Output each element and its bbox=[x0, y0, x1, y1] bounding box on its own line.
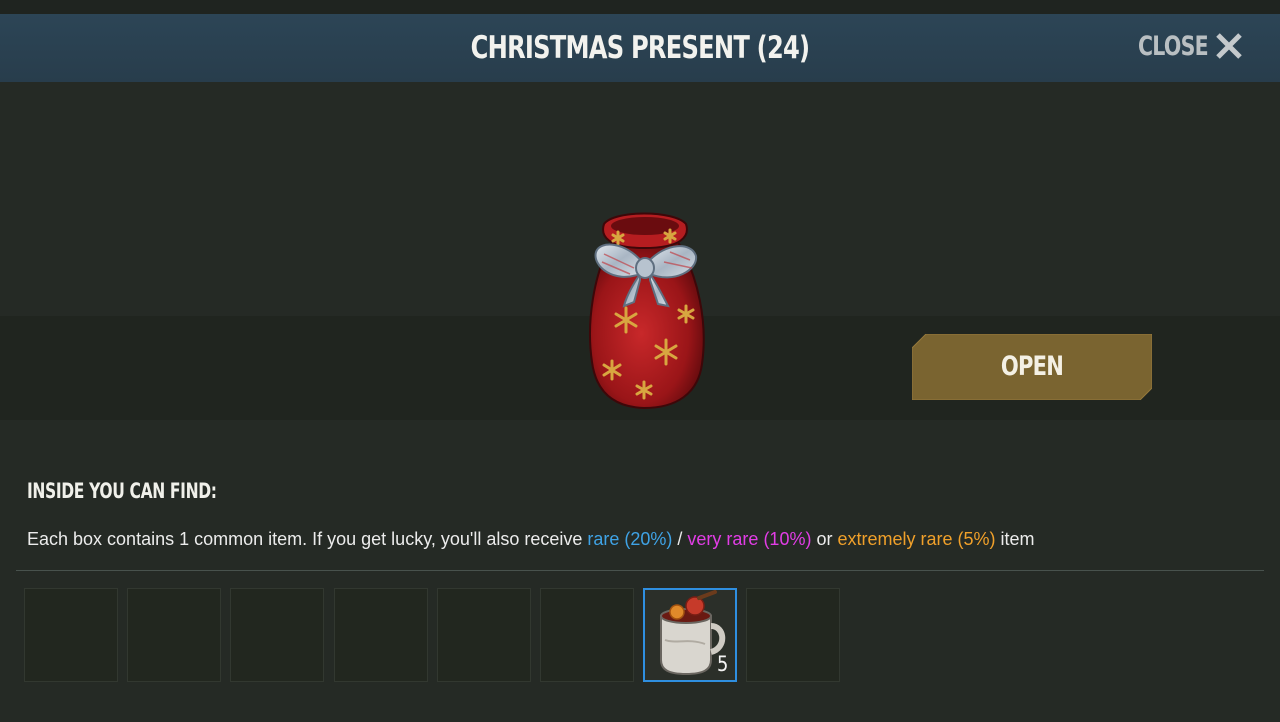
item-slot-8[interactable] bbox=[746, 588, 840, 682]
page-title: CHRISTMAS PRESENT (24) bbox=[470, 30, 810, 66]
description-intro: Each box contains 1 common item. If you … bbox=[27, 529, 588, 549]
open-button-label: OPEN bbox=[1000, 351, 1064, 382]
open-button[interactable]: OPEN bbox=[912, 334, 1152, 400]
top-strip bbox=[0, 0, 1280, 14]
item-slot-1[interactable] bbox=[24, 588, 118, 682]
description-separator-1: / bbox=[672, 529, 688, 549]
description-separator-2: or bbox=[811, 529, 838, 549]
contents-description: Each box contains 1 common item. If you … bbox=[27, 526, 1035, 552]
item-slot-7[interactable]: 5 bbox=[643, 588, 737, 682]
slot-count: 5 bbox=[716, 652, 728, 676]
item-slot-2[interactable] bbox=[127, 588, 221, 682]
description-outro: item bbox=[995, 529, 1035, 549]
close-icon bbox=[1216, 33, 1242, 59]
extremely-rare-chance: extremely rare (5%) bbox=[837, 529, 996, 549]
rare-chance: rare (20%) bbox=[587, 529, 673, 549]
christmas-present-sack-icon bbox=[589, 212, 705, 410]
close-label: CLOSE bbox=[1138, 30, 1209, 62]
very-rare-chance: very rare (10%) bbox=[687, 529, 812, 549]
divider bbox=[16, 570, 1264, 571]
close-button[interactable]: CLOSE bbox=[1130, 24, 1260, 68]
item-slot-6[interactable] bbox=[540, 588, 634, 682]
item-slot-3[interactable] bbox=[230, 588, 324, 682]
item-slot-4[interactable] bbox=[334, 588, 428, 682]
contents-heading: INSIDE YOU CAN FIND: bbox=[27, 479, 217, 503]
item-slot-5[interactable] bbox=[437, 588, 531, 682]
